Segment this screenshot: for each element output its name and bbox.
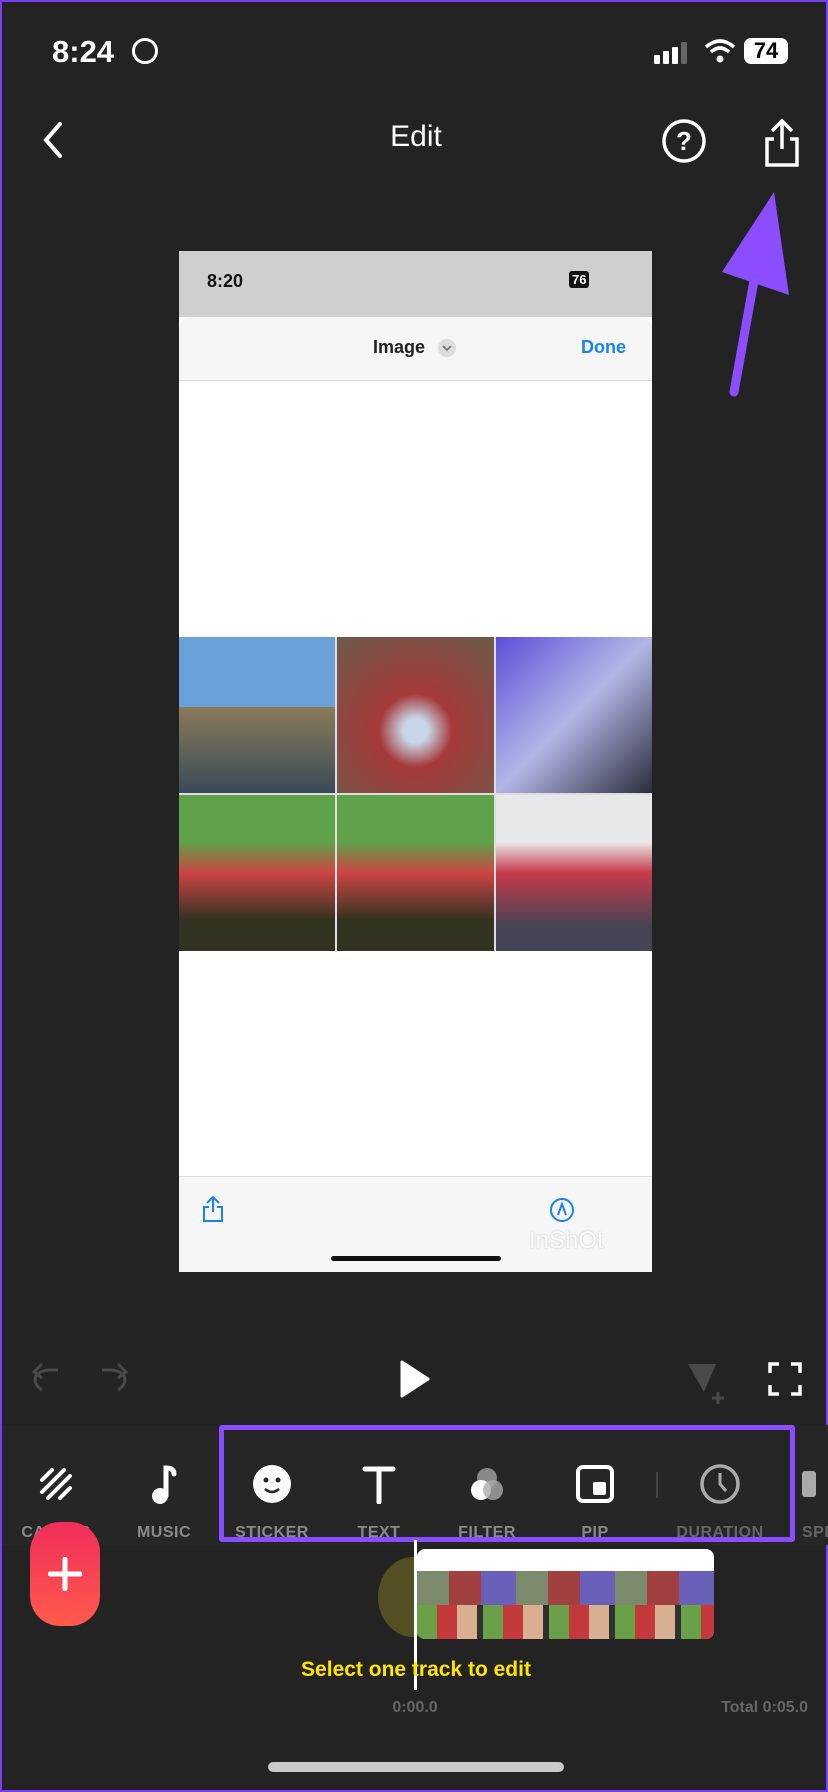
photo (495, 637, 652, 793)
wifi-icon (704, 39, 736, 63)
video-clip-track[interactable] (417, 1549, 714, 1639)
status-time: 8:24 (52, 34, 115, 69)
svg-text:?: ? (676, 126, 692, 156)
music-note-icon (114, 1462, 214, 1506)
tool-music[interactable]: MUSIC (114, 1462, 214, 1542)
total-duration: Total 0:05.0 (721, 1699, 808, 1716)
fullscreen-icon[interactable] (768, 1362, 802, 1396)
markup-icon (550, 1198, 574, 1222)
plus-icon (48, 1557, 82, 1591)
preview-sheet-title: Image (373, 337, 426, 357)
tool-speed[interactable]: SPEED (802, 1462, 828, 1542)
preview-share-icon (203, 1195, 223, 1222)
photo (179, 637, 336, 793)
preview-status-time: 8:20 (207, 271, 244, 291)
battery-indicator: 74 (744, 38, 788, 64)
globe-icon (132, 38, 158, 64)
canvas-icon (6, 1462, 106, 1506)
photo-grid (179, 637, 652, 951)
preview-bottom-bar: InShOt (179, 1176, 652, 1272)
tool-label: MUSIC (136, 1524, 192, 1541)
share-icon[interactable] (762, 117, 802, 169)
preview-status-bar: 8:20 76 (179, 251, 652, 317)
video-preview[interactable]: 8:20 76 Image Done InShOt (179, 251, 652, 1272)
chevron-down-icon (438, 339, 456, 357)
annotation-highlight-box (219, 1425, 795, 1542)
add-clip-button[interactable] (30, 1522, 100, 1626)
help-icon[interactable]: ? (660, 117, 708, 165)
preview-home-indicator (331, 1256, 501, 1261)
clip-thumbnails-top (417, 1571, 714, 1605)
undo-icon[interactable] (28, 1360, 64, 1396)
photo (495, 795, 652, 951)
annotation-arrow (722, 192, 789, 397)
watermark: InShOt (529, 1227, 604, 1254)
preview-battery: 76 (569, 271, 590, 288)
tool-label: SPEED (802, 1524, 828, 1541)
play-icon[interactable] (398, 1359, 432, 1399)
clip-thumbnails-bottom (417, 1605, 714, 1639)
photo (179, 795, 336, 951)
preview-done: Done (581, 337, 626, 357)
add-keyframe-icon[interactable] (686, 1362, 730, 1406)
speed-icon (802, 1462, 828, 1506)
photo (337, 795, 494, 951)
timeline-hint: Select one track to edit (301, 1658, 531, 1681)
signal-icon (654, 42, 687, 64)
preview-sheet-header: Image Done (179, 317, 652, 381)
redo-icon[interactable] (96, 1360, 132, 1396)
home-indicator (268, 1762, 564, 1772)
current-time: 0:00.0 (392, 1699, 438, 1716)
photo (337, 637, 494, 793)
